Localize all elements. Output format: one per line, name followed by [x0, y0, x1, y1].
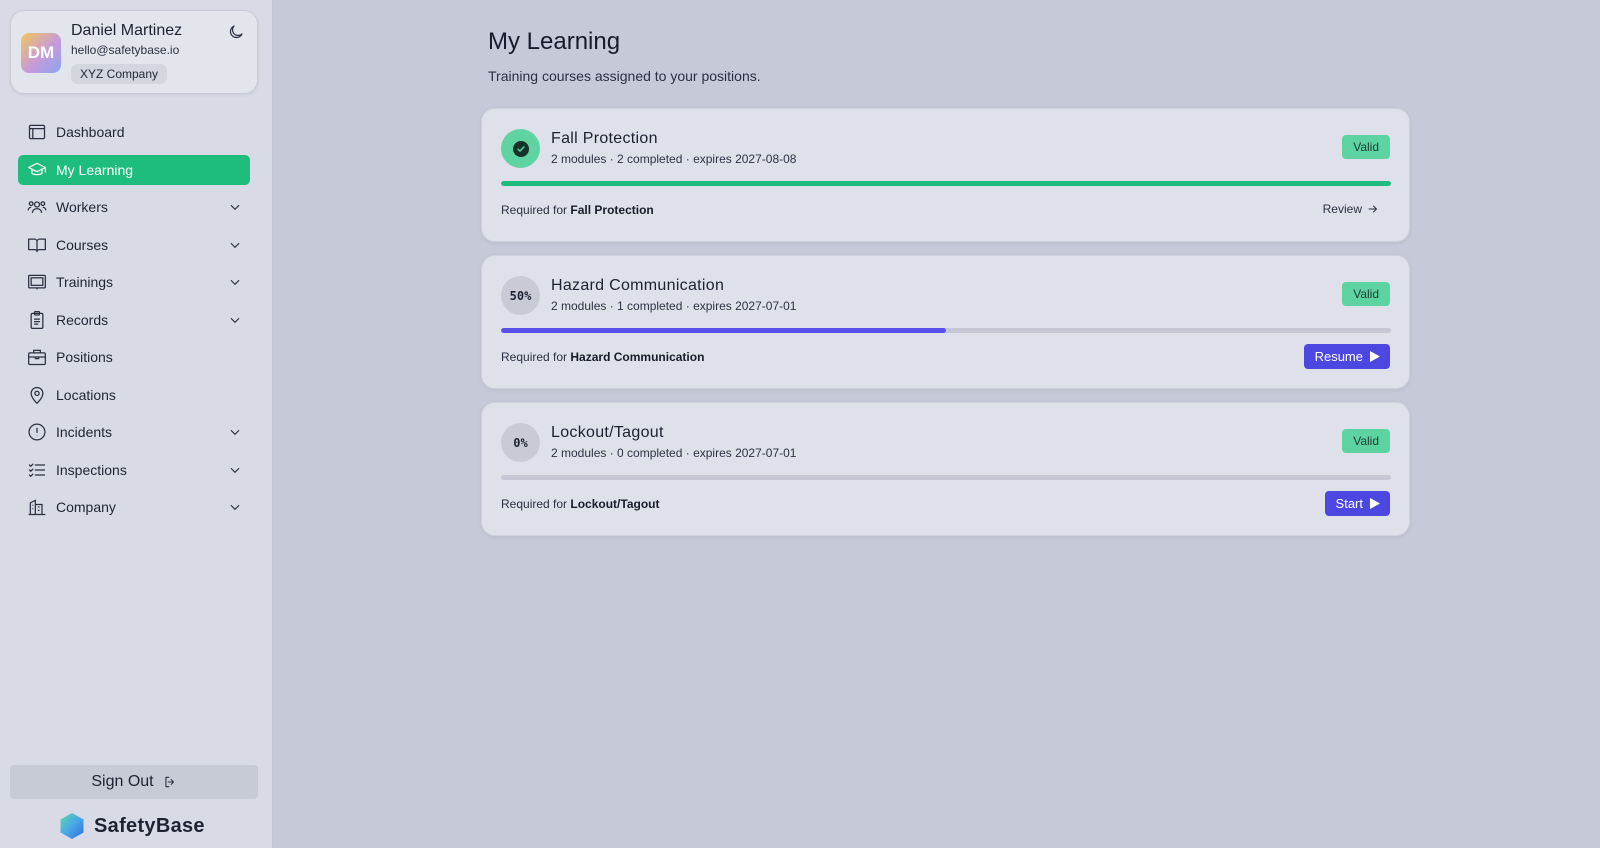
- book-icon: [28, 238, 46, 252]
- building-icon: [28, 499, 46, 516]
- sidebar-item-workers[interactable]: Workers: [18, 192, 250, 222]
- progress-bar: [501, 181, 1391, 186]
- clipboard-icon: [30, 310, 44, 329]
- sidebar-item-label: Inspections: [56, 461, 127, 478]
- required-for-text: Required for Hazard Communication: [501, 350, 704, 364]
- chevron-down-icon[interactable]: [228, 238, 242, 252]
- chevron-down-icon[interactable]: [228, 463, 242, 477]
- play-icon: [1370, 498, 1380, 509]
- profile-email: hello@safetybase.io: [71, 43, 180, 57]
- progress-bar: [501, 475, 1391, 480]
- sidebar-nav: Dashboard My Learning Workers Courses Tr…: [18, 117, 250, 530]
- start-button[interactable]: Start: [1324, 491, 1390, 516]
- required-for-text: Required for Fall Protection: [501, 203, 654, 217]
- review-label: Review: [1322, 202, 1362, 216]
- presentation-icon: [28, 274, 46, 290]
- profile-name: Daniel Martinez: [71, 22, 183, 39]
- map-pin-icon: [30, 386, 44, 404]
- sidebar-item-dashboard[interactable]: Dashboard: [18, 117, 250, 147]
- sidebar-item-label: Company: [56, 499, 116, 515]
- sidebar-item-company[interactable]: Company: [18, 492, 250, 522]
- course-meta: 2 modules · 1 completed · expires 2027-0…: [551, 299, 797, 313]
- required-prefix: Required for: [501, 203, 568, 217]
- sidebar-item-label: Incidents: [56, 424, 113, 440]
- company-badge: XYZ Company: [71, 64, 168, 84]
- chevron-down-icon[interactable]: [228, 275, 242, 289]
- progress-fill: [501, 328, 946, 333]
- chevron-down-icon[interactable]: [228, 200, 242, 214]
- course-meta: 2 modules · 0 completed · expires 2027-0…: [551, 446, 797, 460]
- status-badge: Valid: [1342, 282, 1390, 306]
- check-icon: [512, 140, 529, 157]
- users-icon: [27, 201, 47, 213]
- review-button[interactable]: Review: [1323, 202, 1379, 216]
- sidebar-item-label: Dashboard: [56, 124, 125, 140]
- brand: SafetyBase: [58, 812, 205, 840]
- required-position: Fall Protection: [570, 203, 654, 217]
- progress-fill: [501, 181, 1391, 186]
- sidebar-item-trainings[interactable]: Trainings: [18, 267, 250, 297]
- sidebar-item-label: Positions: [56, 349, 113, 365]
- sidebar-item-records[interactable]: Records: [18, 305, 250, 335]
- required-position: Hazard Communication: [570, 350, 705, 364]
- sidebar-item-inspections[interactable]: Inspections: [18, 455, 250, 485]
- safetybase-logo-icon: [60, 813, 84, 839]
- required-for-text: Required for Lockout/Tagout: [501, 497, 660, 511]
- course-card-fall-protection: Fall Protection 2 modules · 2 completed …: [481, 108, 1410, 242]
- moon-icon[interactable]: [227, 23, 245, 41]
- course-title: Hazard Communication: [551, 277, 725, 294]
- graduation-cap-icon: [28, 162, 46, 175]
- course-card-lockout-tagout: 0% Lockout/Tagout 2 modules · 0 complete…: [481, 402, 1410, 536]
- course-title: Fall Protection: [551, 130, 658, 147]
- sidebar-item-incidents[interactable]: Incidents: [18, 417, 250, 447]
- course-card-hazard-communication: 50% Hazard Communication 2 modules · 1 c…: [481, 255, 1410, 389]
- arrow-right-icon: [1368, 205, 1377, 213]
- avatar: DM: [21, 33, 61, 73]
- checklist-icon: [28, 463, 46, 477]
- sidebar-item-label: Locations: [56, 386, 116, 403]
- sidebar: DM Daniel Martinez hello@safetybase.io X…: [0, 0, 273, 848]
- status-badge: Valid: [1342, 429, 1390, 453]
- profile-card: DM Daniel Martinez hello@safetybase.io X…: [10, 10, 258, 94]
- briefcase-icon: [28, 349, 46, 366]
- progress-percent-circle: 0%: [501, 423, 540, 462]
- completed-status-circle: [501, 129, 540, 168]
- status-badge: Valid: [1342, 135, 1390, 159]
- sidebar-item-label: Courses: [56, 236, 109, 253]
- logout-icon: [165, 776, 174, 788]
- sidebar-item-label: Workers: [56, 199, 108, 215]
- resume-button[interactable]: Resume: [1303, 344, 1390, 369]
- required-prefix: Required for: [501, 350, 568, 364]
- sidebar-item-label: Trainings: [56, 274, 114, 290]
- resume-label: Resume: [1314, 349, 1363, 364]
- page-subtitle: Training courses assigned to your positi…: [488, 68, 761, 84]
- chevron-down-icon[interactable]: [228, 500, 242, 514]
- sidebar-item-label: My Learning: [56, 161, 134, 178]
- sign-out-label: Sign Out: [91, 773, 154, 790]
- required-position: Lockout/Tagout: [570, 497, 660, 511]
- course-meta: 2 modules · 2 completed · expires 2027-0…: [551, 152, 797, 166]
- sidebar-item-label: Records: [56, 311, 109, 328]
- brand-name: SafetyBase: [94, 814, 205, 837]
- required-prefix: Required for: [501, 497, 568, 511]
- play-icon: [1370, 351, 1380, 362]
- chevron-down-icon[interactable]: [228, 425, 242, 439]
- course-title: Lockout/Tagout: [551, 424, 664, 441]
- page-title: My Learning: [488, 28, 621, 55]
- sidebar-item-locations[interactable]: Locations: [18, 380, 250, 410]
- chevron-down-icon[interactable]: [228, 313, 242, 327]
- sidebar-item-positions[interactable]: Positions: [18, 342, 250, 372]
- start-label: Start: [1335, 496, 1363, 511]
- sidebar-item-courses[interactable]: Courses: [18, 230, 250, 260]
- progress-percent-circle: 50%: [501, 276, 540, 315]
- sign-out-button[interactable]: Sign Out: [10, 765, 258, 799]
- alert-circle-icon: [28, 423, 46, 441]
- progress-bar: [501, 328, 1391, 333]
- dashboard-icon: [28, 124, 46, 140]
- sidebar-item-my-learning[interactable]: My Learning: [18, 154, 250, 185]
